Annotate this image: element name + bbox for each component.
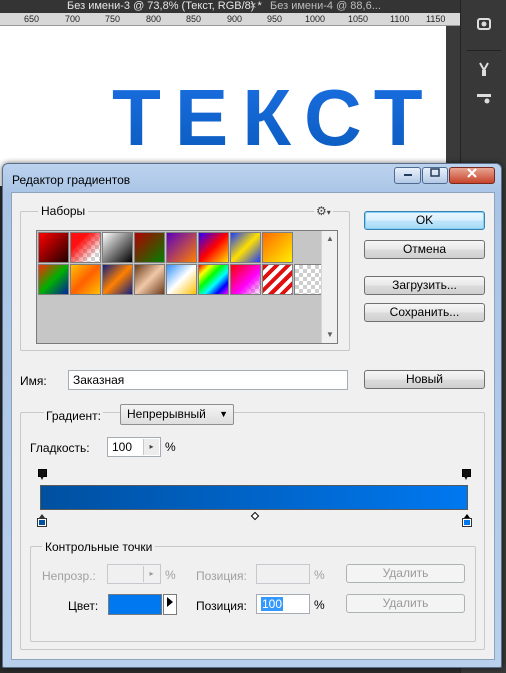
opacity-label: Непрозр.: [42, 569, 96, 583]
preset-swatch[interactable] [230, 232, 261, 263]
preset-swatch[interactable] [70, 232, 101, 263]
position-value: 100 [261, 597, 284, 611]
preset-swatch[interactable] [70, 264, 101, 295]
document-canvas[interactable]: ТЕКСТ [0, 26, 446, 186]
horizontal-ruler: 650 700 750 800 850 900 950 1000 1050 11… [0, 13, 460, 26]
preset-swatch[interactable] [38, 232, 69, 263]
maximize-button[interactable] [422, 167, 448, 184]
load-button[interactable]: Загрузить... [364, 276, 485, 295]
play-arrow-icon[interactable] [163, 594, 177, 615]
gradient-editor-dialog: Редактор градиентов Наборы ⚙▾ ▲ ▼ OK Отм… [2, 163, 502, 668]
scroll-up-icon[interactable]: ▲ [322, 231, 338, 247]
minimize-button[interactable] [394, 167, 421, 184]
preset-swatch[interactable] [102, 232, 133, 263]
smoothness-value: 100 [112, 440, 133, 454]
preset-swatch[interactable] [262, 232, 293, 263]
ruler-tick: 800 [146, 14, 162, 24]
chevron-down-icon: ▼ [219, 409, 228, 419]
chevron-right-icon[interactable]: ▸ [143, 439, 159, 455]
color-stop-right[interactable] [462, 514, 472, 527]
ruler-tick: 700 [65, 14, 81, 24]
color-swatch[interactable] [108, 594, 162, 615]
preset-swatch[interactable] [38, 264, 69, 295]
name-label: Имя: [20, 374, 47, 388]
tool-presets-icon[interactable] [473, 88, 495, 110]
tab-close-icon[interactable]: × [250, 0, 256, 12]
ruler-tick: 900 [227, 14, 243, 24]
save-button[interactable]: Сохранить... [364, 303, 485, 322]
smoothness-input[interactable]: 100 ▸ [107, 437, 161, 457]
ok-button[interactable]: OK [364, 211, 485, 230]
preset-swatch[interactable] [198, 264, 229, 295]
ruler-tick: 650 [24, 14, 40, 24]
preset-swatch[interactable] [166, 264, 197, 295]
name-input[interactable]: Заказная [68, 370, 348, 390]
presets-label: Наборы [38, 204, 89, 218]
smoothness-label: Гладкость: [30, 441, 90, 455]
preset-swatch[interactable] [134, 232, 165, 263]
dialog-title: Редактор градиентов [12, 173, 131, 187]
chevron-right-icon: ▸ [143, 566, 159, 582]
canvas-text: ТЕКСТ [112, 73, 437, 162]
opacity-position-input [256, 564, 310, 584]
position-label: Позиция: [196, 599, 247, 613]
opacity-position-label: Позиция: [196, 569, 247, 583]
color-label: Цвет: [68, 599, 99, 613]
delete-opacity-stop-button: Удалить [346, 564, 465, 583]
canvas-edge [446, 26, 460, 186]
gradient-preview-bar[interactable] [40, 485, 468, 510]
document-tab-inactive[interactable]: Без имени-4 @ 88,6... [270, 0, 381, 12]
close-button[interactable] [449, 167, 495, 184]
opacity-stop-left[interactable] [38, 469, 47, 480]
delete-color-stop-button: Удалить [346, 594, 465, 613]
ruler-tick: 1150 [426, 14, 446, 24]
panel-separator [467, 50, 501, 51]
stops-label: Контрольные точки [42, 540, 156, 554]
ruler-tick: 1000 [305, 14, 326, 24]
new-button[interactable]: Новый [364, 370, 485, 389]
ruler-tick: 950 [267, 14, 283, 24]
presets-scrollbar[interactable]: ▲ ▼ [321, 231, 337, 343]
ruler-tick: 850 [186, 14, 202, 24]
color-stop-left[interactable] [37, 514, 47, 527]
preset-swatch[interactable] [134, 264, 165, 295]
position-input[interactable]: 100 [256, 594, 310, 614]
gradient-type-select[interactable]: Непрерывный ▼ [120, 404, 234, 425]
dialog-client-area: Наборы ⚙▾ ▲ ▼ OK Отмена Загрузить... Сох… [11, 192, 495, 660]
percent-label: % [165, 440, 176, 454]
opacity-input: ▸ [107, 564, 161, 584]
ruler-tick: 1100 [390, 14, 410, 24]
ruler-tick: 1050 [348, 14, 369, 24]
opacity-position-percent: % [314, 568, 325, 582]
gradient-type-value: Непрерывный [127, 407, 206, 421]
preset-swatch[interactable] [102, 264, 133, 295]
preset-swatch[interactable] [230, 264, 261, 295]
preset-swatch[interactable] [198, 232, 229, 263]
scroll-down-icon[interactable]: ▼ [322, 327, 338, 343]
preset-swatch[interactable] [262, 264, 293, 295]
document-tab-active[interactable]: Без имени-3 @ 73,8% (Текст, RGB/8) * [67, 0, 262, 12]
gear-icon[interactable]: ⚙▾ [314, 204, 333, 218]
cancel-button[interactable]: Отмена [364, 240, 485, 259]
opacity-percent: % [165, 568, 176, 582]
position-percent: % [314, 598, 325, 612]
layers-panel-icon[interactable] [473, 16, 495, 38]
brush-panel-icon[interactable] [473, 60, 495, 82]
ruler-tick: 750 [105, 14, 121, 24]
presets-grid: ▲ ▼ [36, 230, 338, 344]
preset-swatch[interactable] [166, 232, 197, 263]
opacity-stop-right[interactable] [462, 469, 471, 480]
gradient-type-label: Градиент: [44, 409, 104, 423]
